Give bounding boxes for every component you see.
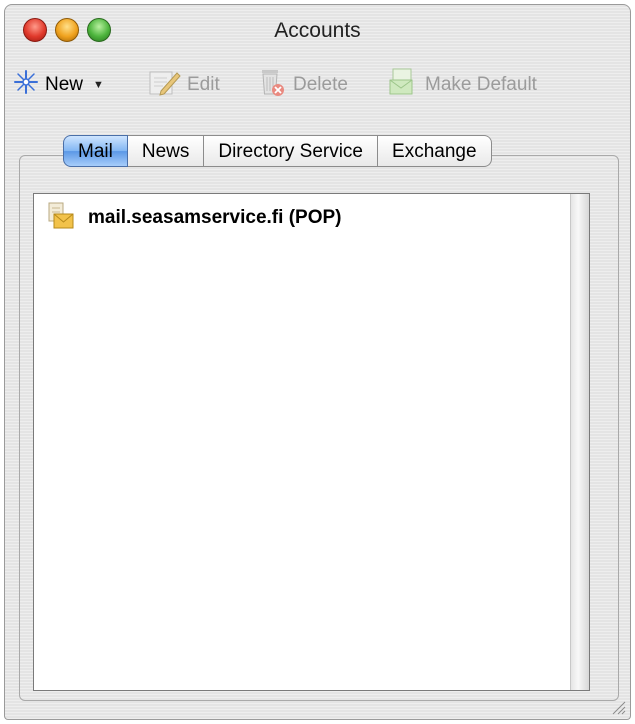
tab-directory-service[interactable]: Directory Service bbox=[204, 135, 379, 167]
title-bar[interactable]: Accounts bbox=[5, 5, 630, 59]
edit-button[interactable]: Edit bbox=[147, 69, 220, 101]
make-default-button[interactable]: Make Default bbox=[387, 66, 537, 104]
window-title: Accounts bbox=[274, 19, 361, 42]
new-label: New bbox=[45, 74, 84, 95]
tab-news[interactable]: News bbox=[127, 135, 205, 167]
delete-label: Delete bbox=[293, 74, 348, 95]
new-button[interactable]: New ▼ bbox=[13, 69, 104, 101]
edit-label: Edit bbox=[187, 74, 220, 95]
make-default-icon bbox=[387, 66, 419, 104]
edit-pencil-icon bbox=[147, 67, 181, 103]
accounts-window: Accounts New ▼ Edit Delete Make Default … bbox=[4, 4, 631, 720]
tab-exchange[interactable]: Exchange bbox=[378, 135, 492, 167]
list-item[interactable]: mail.seasamservice.fi (POP) bbox=[46, 202, 341, 234]
make-default-label: Make Default bbox=[425, 74, 537, 95]
toolbar: New ▼ Edit Delete Make Default bbox=[5, 63, 630, 109]
account-name: mail.seasamservice.fi (POP) bbox=[88, 207, 342, 228]
delete-button[interactable]: Delete bbox=[257, 69, 348, 101]
vertical-scrollbar[interactable] bbox=[570, 194, 589, 690]
chevron-down-icon[interactable]: ▼ bbox=[93, 79, 104, 91]
mail-account-icon bbox=[46, 201, 76, 236]
tab-mail[interactable]: Mail bbox=[63, 135, 128, 167]
accounts-list[interactable]: mail.seasamservice.fi (POP) bbox=[33, 193, 590, 691]
tab-bar: Mail News Directory Service Exchange bbox=[63, 135, 492, 169]
resize-grip-icon[interactable] bbox=[610, 699, 626, 715]
new-star-icon bbox=[13, 69, 39, 101]
trash-icon bbox=[257, 66, 287, 104]
